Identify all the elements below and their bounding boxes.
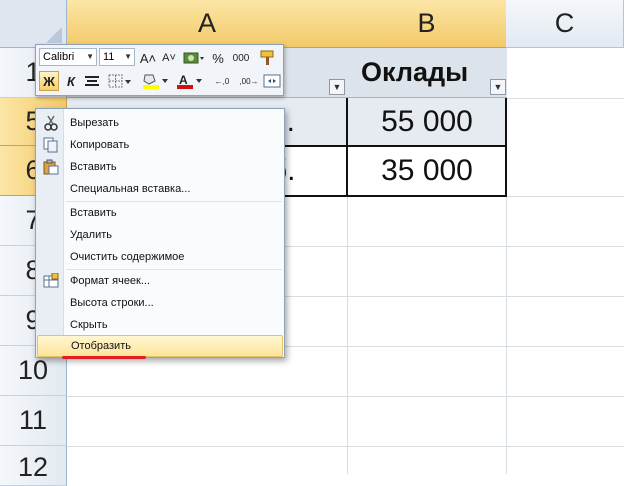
row-11-label: 11 (18, 405, 48, 435)
cell-b5-value: 55 000 (381, 105, 473, 138)
italic-button[interactable]: К (62, 71, 80, 91)
menu-item-copy[interactable]: Копировать (37, 134, 283, 156)
menu-item-label: Удалить (70, 229, 112, 241)
currency-icon (183, 52, 204, 64)
column-header-c[interactable]: C (506, 0, 624, 48)
context-menu: Вырезать Копировать Вставить Специальная… (35, 108, 285, 358)
cell-b5[interactable]: 55 000 (348, 98, 506, 146)
grow-font-button[interactable]: A˄ (138, 48, 158, 68)
menu-item-hide[interactable]: Скрыть (37, 314, 283, 336)
filter-dropdown-a[interactable]: ▼ (329, 79, 345, 95)
increase-decimal-button[interactable]: ←,0 (208, 71, 236, 91)
menu-item-delete[interactable]: Удалить (37, 224, 283, 246)
menu-item-label: Вставить (70, 161, 117, 173)
menu-item-clear-contents[interactable]: Очистить содержимое (37, 246, 283, 268)
menu-item-label: Отобразить (71, 340, 131, 352)
italic-icon: К (67, 73, 75, 89)
menu-item-unhide[interactable]: Отобразить (37, 335, 283, 357)
scissors-icon (43, 115, 59, 131)
borders-icon (108, 74, 131, 88)
font-color-button[interactable]: A (174, 71, 204, 91)
column-c-label: C (554, 8, 575, 38)
row-12-label: 12 (17, 452, 49, 482)
column-b-label: B (417, 8, 436, 38)
align-center-icon (85, 76, 99, 86)
font-size-box[interactable]: 11 ▼ (99, 48, 135, 66)
chevron-down-icon: ▼ (86, 52, 94, 61)
menu-item-label: Скрыть (70, 319, 108, 331)
decrease-decimal-icon: ,00→ (239, 76, 259, 86)
menu-item-label: Вставить (70, 207, 117, 219)
filter-arrow-icon: ▼ (493, 82, 503, 92)
merge-center-button[interactable] (262, 71, 282, 91)
percent-button[interactable]: % (209, 48, 227, 68)
column-header-a[interactable]: A (67, 0, 348, 48)
borders-button[interactable] (106, 71, 136, 91)
grow-font-icon: A˄ (139, 50, 157, 66)
header-oklady: Оклады (361, 57, 469, 87)
font-name-value: Calibri (43, 51, 75, 63)
increase-decimal-icon: ←,0 (214, 76, 230, 86)
gridline (67, 446, 624, 447)
bold-icon: Ж (43, 73, 55, 89)
fill-color-icon (143, 74, 168, 89)
font-color-icon: A (177, 73, 202, 89)
merge-icon (263, 74, 281, 88)
select-all-corner[interactable] (0, 0, 67, 48)
menu-item-label: Формат ячеек... (70, 275, 151, 287)
decrease-decimal-button[interactable]: ,00→ (236, 71, 262, 91)
font-name-box[interactable]: Calibri ▼ (39, 48, 97, 66)
paste-icon (43, 159, 59, 175)
menu-item-label: Копировать (70, 139, 130, 151)
filter-dropdown-b[interactable]: ▼ (490, 79, 506, 95)
menu-item-label: Очистить содержимое (70, 251, 185, 263)
align-center-button[interactable] (82, 71, 102, 91)
menu-item-label: Вырезать (70, 117, 119, 129)
menu-item-label: Высота строки... (70, 297, 154, 309)
shrink-font-icon: A˅ (162, 52, 176, 64)
menu-item-paste-special[interactable]: Специальная вставка... (37, 178, 283, 200)
row-10-label: 10 (17, 355, 49, 385)
cell-b6[interactable]: 35 000 (348, 147, 506, 195)
thousands-separator-button[interactable]: 000 (228, 48, 254, 68)
cell-b6-value: 35 000 (381, 154, 473, 187)
chevron-down-icon: ▼ (124, 52, 132, 61)
row-header-11[interactable]: 11 (0, 396, 67, 446)
menu-item-insert[interactable]: Вставить (37, 202, 283, 224)
column-header-b[interactable]: B (347, 0, 507, 48)
red-underline-annotation (62, 356, 146, 359)
gridline (67, 396, 624, 397)
font-size-value: 11 (103, 51, 115, 63)
column-a-label: A (197, 8, 216, 38)
menu-item-cut[interactable]: Вырезать (37, 112, 283, 134)
format-painter-icon (260, 50, 274, 65)
thousands-icon: 000 (232, 52, 250, 64)
menu-item-label: Специальная вставка... (70, 183, 191, 195)
mini-toolbar: Calibri ▼ 11 ▼ A˄ A˅ % 000 Ж К A ←,0 ,00→ (35, 44, 284, 96)
menu-item-row-height[interactable]: Высота строки... (37, 292, 283, 314)
filter-arrow-icon: ▼ (332, 82, 342, 92)
row-header-12[interactable]: 12 (0, 446, 67, 486)
accounting-format-button[interactable] (181, 48, 207, 68)
format-cells-icon (43, 273, 59, 289)
copy-icon (43, 137, 59, 153)
svg-text:A: A (179, 73, 188, 87)
shrink-font-button[interactable]: A˅ (159, 48, 179, 68)
fill-color-button[interactable] (140, 71, 170, 91)
bold-button[interactable]: Ж (39, 71, 59, 91)
format-painter-button[interactable] (256, 48, 280, 68)
menu-item-format-cells[interactable]: Формат ячеек... (37, 270, 283, 292)
percent-icon: % (212, 50, 224, 66)
table-header-cell-b[interactable]: Оклады (347, 48, 507, 98)
menu-item-paste[interactable]: Вставить (37, 156, 283, 178)
